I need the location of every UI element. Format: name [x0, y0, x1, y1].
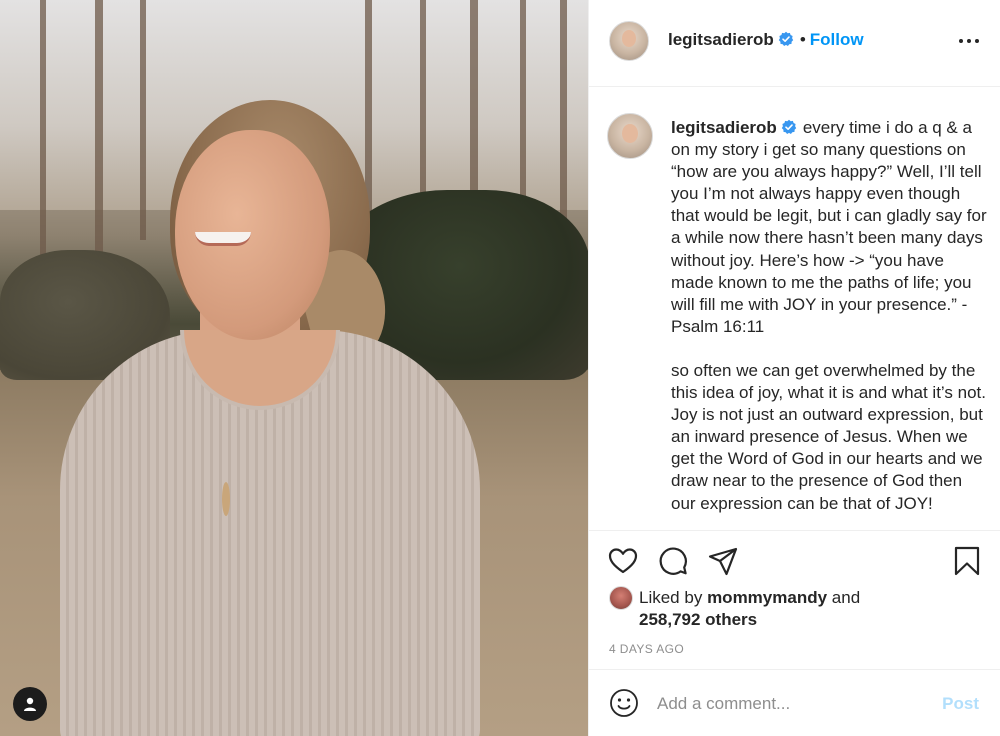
caption-gap: [671, 338, 989, 360]
post-actions: Liked by mommymandy and 258,792 others 4…: [589, 530, 1000, 736]
comment-input[interactable]: [657, 690, 927, 718]
liker-avatar[interactable]: [609, 586, 633, 610]
photo-tree: [140, 0, 146, 240]
post-timestamp[interactable]: 4 DAYS AGO: [609, 642, 684, 656]
post-comment-button[interactable]: Post: [942, 694, 979, 714]
caption-author-username[interactable]: legitsadierob: [671, 118, 777, 137]
liked-by-conjunction: and: [831, 588, 861, 607]
caption-author-avatar[interactable]: [607, 113, 653, 159]
photo-necklace-pendant: [222, 482, 230, 516]
more-dot: [975, 39, 979, 43]
photo-tree: [420, 0, 426, 210]
photo-tree: [520, 0, 526, 200]
send-glyph: [708, 547, 738, 576]
more-options-icon[interactable]: [959, 31, 979, 51]
emoji-icon[interactable]: [609, 688, 639, 718]
follow-button[interactable]: Follow: [810, 30, 864, 49]
user-tag-glyph: [24, 697, 36, 711]
photo-smile: [195, 232, 251, 246]
liked-by-prefix: Liked by: [639, 588, 703, 607]
verified-badge-icon: [781, 119, 797, 134]
comment-bar: Post: [589, 669, 1000, 736]
comment-glyph: [659, 547, 687, 575]
liked-by-line: Liked by mommymandy and: [639, 587, 860, 609]
verified-badge-icon: [778, 31, 794, 46]
photo-tree: [470, 0, 478, 220]
post-photo[interactable]: [0, 0, 588, 736]
caption-text: every time i do a q & a on my story i ge…: [671, 118, 987, 336]
caption-area[interactable]: legitsadierob every time i do a q & a on …: [589, 88, 1000, 530]
liked-by-username[interactable]: mommymandy: [707, 588, 827, 607]
author-line: legitsadierob • Follow: [668, 30, 864, 50]
post-header: legitsadierob • Follow: [589, 0, 1000, 87]
likes-count[interactable]: 258,792 others: [639, 609, 757, 631]
post-caption: legitsadierob every time i do a q & a on …: [671, 117, 989, 515]
send-icon[interactable]: [707, 545, 739, 577]
bookmark-glyph: [954, 546, 980, 576]
header-separator: •: [799, 30, 806, 49]
author-avatar[interactable]: [609, 21, 649, 61]
heart-glyph: [608, 548, 638, 574]
photo-tree: [40, 0, 46, 260]
caption-paragraph: legitsadierob every time i do a q & a on …: [671, 117, 989, 338]
author-username[interactable]: legitsadierob: [668, 30, 774, 49]
caption-paragraph: so often we can get overwhelmed by the t…: [671, 360, 986, 513]
user-tag-icon[interactable]: [13, 687, 47, 721]
comment-icon[interactable]: [657, 545, 689, 577]
bookmark-icon[interactable]: [951, 545, 983, 577]
more-dot: [959, 39, 963, 43]
more-dot: [967, 39, 971, 43]
post-panel: legitsadierob • Follow legitsadierob every …: [588, 0, 1000, 736]
heart-icon[interactable]: [607, 545, 639, 577]
